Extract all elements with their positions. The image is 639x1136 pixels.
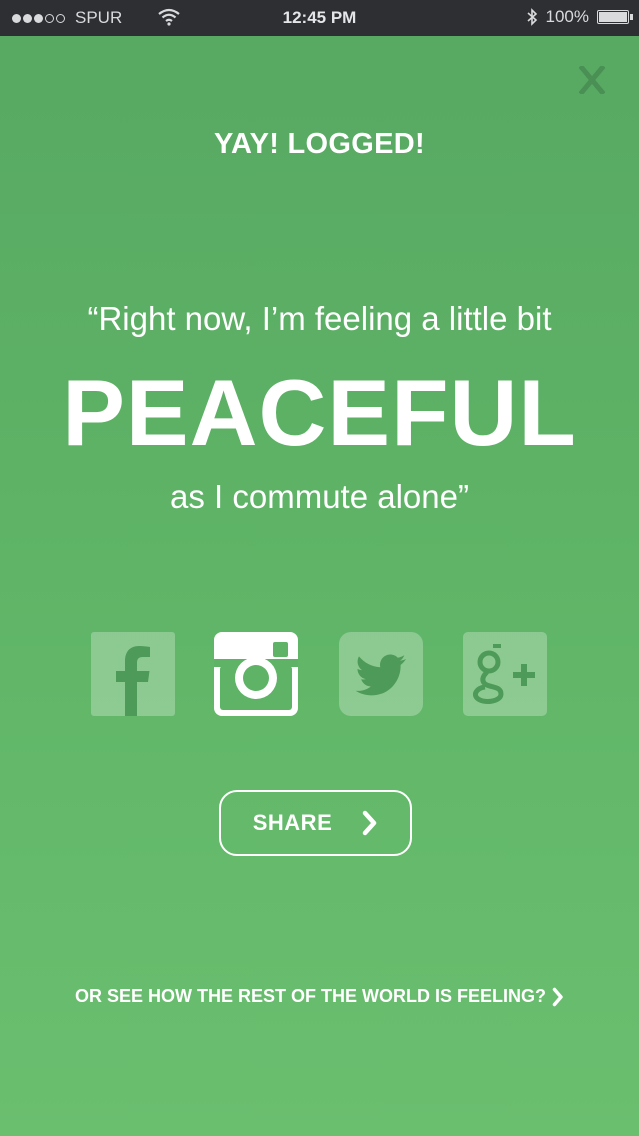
googleplus-icon — [472, 644, 535, 704]
world-feelings-link[interactable]: OR SEE HOW THE REST OF THE WORLD IS FEEL… — [0, 986, 639, 1007]
twitter-button[interactable] — [339, 632, 423, 716]
share-button-label: SHARE — [252, 810, 333, 835]
chevron-right-icon — [552, 987, 563, 1006]
googleplus-button[interactable] — [463, 632, 547, 716]
world-feelings-label: OR SEE HOW THE REST OF THE WORLD IS FEEL… — [74, 986, 546, 1006]
social-share-options — [0, 632, 639, 718]
page-title: YAY! LOGGED! — [214, 128, 425, 160]
status-right: 100% — [526, 7, 633, 27]
instagram-button[interactable] — [214, 632, 298, 716]
logged-screen: SPUR 12:45 PM 100% YAY! LOGGED! “Right n… — [0, 0, 639, 1136]
status-bar: SPUR 12:45 PM 100% — [0, 0, 639, 36]
battery-percent: 100% — [545, 7, 589, 26]
facebook-icon — [116, 646, 150, 716]
quote-intro: “Right now, I’m feeling a little bit — [87, 300, 552, 337]
chevron-right-icon — [363, 810, 377, 836]
instagram-icon — [214, 642, 298, 710]
share-button[interactable]: SHARE — [219, 790, 412, 856]
mood-word: PEACEFUL — [62, 360, 577, 465]
twitter-icon — [355, 654, 406, 696]
bluetooth-icon — [526, 8, 537, 26]
close-button[interactable] — [574, 62, 610, 98]
battery-icon — [597, 10, 633, 24]
close-x-icon — [579, 66, 605, 94]
quote-context: as I commute alone” — [170, 478, 469, 515]
facebook-button[interactable] — [91, 632, 175, 716]
